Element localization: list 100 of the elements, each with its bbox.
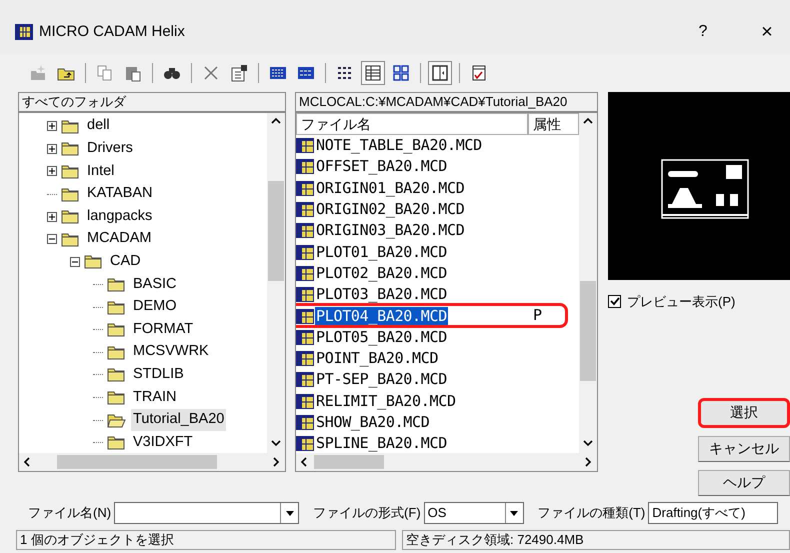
window-title: MICRO CADAM Helix: [39, 22, 185, 42]
scroll-right-icon[interactable]: [271, 457, 281, 467]
folder-icon: [107, 321, 126, 338]
file-icon: [296, 158, 314, 176]
list-icon: [336, 64, 354, 82]
tree-item[interactable]: langpacks: [85, 206, 154, 228]
file-name[interactable]: SHOW_BA20.MCD: [315, 413, 431, 432]
file-icon: [296, 286, 314, 304]
scrollbar[interactable]: [267, 113, 285, 453]
file-name[interactable]: PLOT01_BA20.MCD: [315, 242, 448, 262]
tree-item[interactable]: STDLIB: [131, 364, 186, 386]
delete-icon: [202, 64, 220, 82]
folder-icon: [61, 230, 80, 248]
copy-icon: [96, 64, 114, 82]
status-text: 空きディスク領域: 72490.4MB: [402, 530, 790, 550]
file-name[interactable]: ORIGIN02_BA20.MCD: [315, 200, 466, 220]
checklist-icon: [470, 64, 488, 82]
dropdown-field[interactable]: OS: [424, 502, 524, 524]
tree-item[interactable]: DEMO: [131, 296, 178, 318]
expand-icon[interactable]: [47, 166, 57, 176]
tree-item[interactable]: dell: [85, 115, 112, 138]
column-header[interactable]: 属性: [528, 113, 579, 135]
file-name[interactable]: RELIMIT_BA20.MCD: [315, 392, 457, 411]
dropdown-field[interactable]: [114, 502, 300, 524]
tree-item[interactable]: MCSVWRK: [131, 341, 211, 364]
tree-item[interactable]: Intel: [85, 160, 116, 182]
tree-item[interactable]: Tutorial_BA20: [131, 409, 226, 431]
check-icon: [609, 296, 620, 308]
dropdown-field[interactable]: Drafting(すべて): [648, 502, 778, 524]
file-name[interactable]: POINT_BA20.MCD: [315, 349, 440, 368]
small-icons-icon: [297, 64, 315, 82]
file-icon: [296, 435, 314, 452]
tree-item[interactable]: KATABAN: [85, 183, 155, 205]
scroll-thumb[interactable]: [268, 181, 284, 281]
file-icon: [296, 371, 314, 388]
dialog-button[interactable]: 選択: [698, 398, 790, 428]
folder-icon: [107, 366, 126, 384]
dropdown-arrow-icon: [509, 508, 520, 516]
folder-icon: [107, 298, 126, 316]
collapse-icon[interactable]: [47, 234, 57, 244]
file-name[interactable]: ORIGIN03_BA20.MCD: [315, 221, 466, 240]
preview-checkbox[interactable]: [608, 295, 621, 308]
file-icon: [296, 308, 314, 325]
tree-item[interactable]: V3IDXFT: [131, 432, 195, 453]
folder-icon: [107, 276, 126, 293]
tree-item[interactable]: FORMAT: [131, 318, 196, 341]
file-icon: [296, 328, 314, 346]
tree-item[interactable]: Drivers: [85, 138, 135, 160]
thumbnails-icon: [392, 64, 410, 82]
help-button[interactable]: ?: [680, 17, 726, 47]
collapse-icon[interactable]: [70, 256, 80, 267]
folder-icon: [61, 118, 80, 135]
file-icon: [296, 264, 314, 282]
scroll-thumb[interactable]: [314, 455, 384, 469]
dialog-button[interactable]: ヘルプ: [698, 470, 790, 496]
scroll-thumb[interactable]: [57, 455, 217, 469]
toolbar-button[interactable]: [428, 61, 452, 85]
file-icon: [296, 244, 314, 261]
toolbar-button[interactable]: [361, 61, 385, 85]
file-icon: [296, 350, 314, 368]
dialog-button[interactable]: キャンセル: [698, 436, 790, 462]
folder-icon: [61, 162, 80, 180]
file-name[interactable]: NOTE_TABLE_BA20.MCD: [315, 136, 483, 156]
tree-item[interactable]: TRAIN: [131, 386, 178, 408]
tree-item[interactable]: BASIC: [131, 274, 179, 296]
scroll-down-icon[interactable]: [583, 439, 593, 449]
panel-header: すべてのフォルダ: [18, 92, 286, 112]
preview-pane-icon: [431, 64, 449, 82]
tree-item[interactable]: MCADAM: [85, 228, 154, 250]
checkbox-label: プレビュー表示(P): [627, 293, 736, 311]
expand-icon[interactable]: [47, 121, 57, 132]
file-name[interactable]: PLOT04_BA20.MCD: [315, 306, 448, 326]
folder-icon: [107, 344, 126, 361]
file-name[interactable]: SPLINE_BA20.MCD: [315, 434, 448, 453]
file-name[interactable]: PLOT02_BA20.MCD: [315, 264, 448, 283]
file-icon: [296, 222, 314, 240]
scroll-right-icon[interactable]: [583, 457, 593, 467]
expand-icon[interactable]: [47, 144, 57, 154]
folder-icon: [61, 186, 80, 203]
expand-icon[interactable]: [47, 212, 57, 222]
file-name[interactable]: PT-SEP_BA20.MCD: [315, 370, 448, 390]
file-name[interactable]: PLOT05_BA20.MCD: [315, 328, 448, 347]
scrollbar[interactable]: [296, 453, 597, 471]
path-field: MCLOCAL:C:¥MCADAM¥CAD¥Tutorial_BA20: [295, 92, 598, 112]
column-header[interactable]: ファイル名: [296, 113, 528, 135]
scroll-thumb[interactable]: [580, 281, 596, 381]
folder-icon: [61, 208, 80, 226]
file-icon: [296, 414, 314, 431]
field-label: ファイル名(N): [28, 504, 112, 522]
file-icon: [296, 392, 314, 410]
file-name[interactable]: PLOT03_BA20.MCD: [315, 285, 448, 304]
close-button[interactable]: ×: [744, 17, 790, 47]
file-name[interactable]: ORIGIN01_BA20.MCD: [315, 178, 466, 198]
file-name[interactable]: OFFSET_BA20.MCD: [315, 157, 448, 176]
folder-icon: [84, 253, 103, 270]
scrollbar[interactable]: [579, 113, 597, 453]
scrollbar[interactable]: [19, 453, 285, 471]
status-text: 1 個のオブジェクトを選択: [16, 530, 396, 550]
scroll-down-icon[interactable]: [271, 439, 281, 449]
tree-item[interactable]: CAD: [108, 250, 143, 273]
